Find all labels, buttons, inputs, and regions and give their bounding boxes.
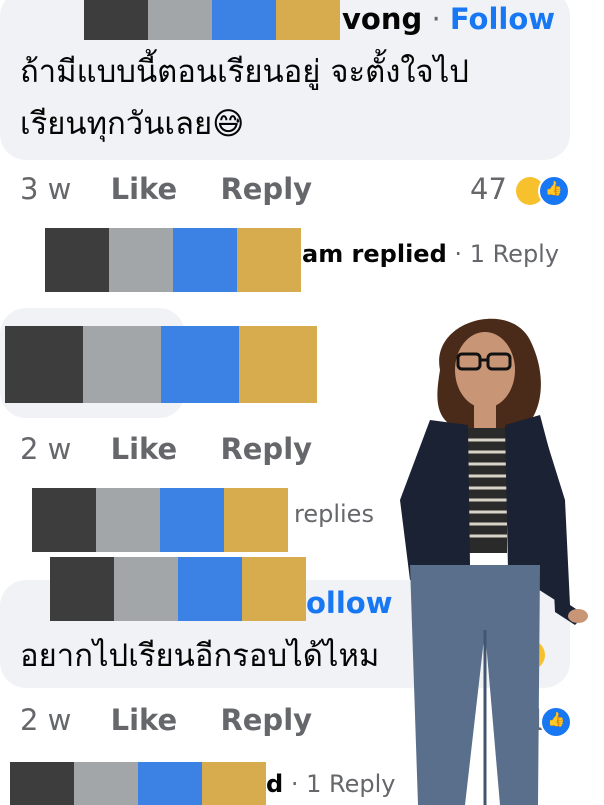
reply-summary-2[interactable]: replies xyxy=(294,500,374,528)
reply-button[interactable]: Reply xyxy=(220,172,312,206)
redacted-avatar-name-4 xyxy=(50,557,306,621)
replier-name: d xyxy=(266,770,284,798)
reaction-summary-1[interactable]: 47 xyxy=(470,172,571,207)
like-button[interactable]: Like xyxy=(111,703,178,737)
comment-3-actions: 2 w Like Reply xyxy=(20,703,312,737)
redacted-avatar-name-1 xyxy=(20,0,340,40)
comment-age: 3 w xyxy=(20,172,72,206)
reply-summary-3[interactable]: d · 1 Reply xyxy=(266,770,395,798)
reply-button[interactable]: Reply xyxy=(220,703,312,737)
comment-1-text-line-1: ถ้ามีแบบนี้ตอนเรียนอยู่ จะตั้งใจไป xyxy=(20,54,469,90)
thumbs-up-icon xyxy=(538,175,571,207)
comment-1-text-line-2-text: เรียนทุกวันเลย xyxy=(20,106,213,142)
reaction-count: 47 xyxy=(470,172,507,206)
comment-2-actions: 2 w Like Reply xyxy=(20,432,312,466)
comment-1-actions: 3 w Like Reply xyxy=(20,172,312,206)
redacted-comment-2 xyxy=(5,326,317,403)
separator: · xyxy=(454,240,463,268)
redacted-avatar-name-3 xyxy=(32,488,288,552)
follow-button[interactable]: ollow xyxy=(306,586,393,620)
replier-name: am replied xyxy=(302,240,447,268)
comment-age: 2 w xyxy=(20,703,72,737)
commenter-name[interactable]: vong xyxy=(342,2,422,36)
like-button[interactable]: Like xyxy=(111,172,178,206)
separator: · xyxy=(290,770,299,798)
redacted-avatar-name-5 xyxy=(10,762,266,805)
comment-1-header: vong · Follow xyxy=(342,2,555,36)
reply-count: 1 Reply xyxy=(469,240,560,268)
person-overlay xyxy=(400,318,588,805)
reply-button[interactable]: Reply xyxy=(220,432,312,466)
redacted-avatar-name-2 xyxy=(45,228,301,292)
separator: · xyxy=(431,2,441,36)
reply-count: 1 Reply xyxy=(306,770,396,798)
comment-3-text: อยากไปเรียนอีกรอบได้ไหม xyxy=(20,638,380,674)
follow-button[interactable]: Follow xyxy=(450,2,555,36)
sweat-smile-emoji-icon: 😅 xyxy=(212,106,245,142)
comment-age: 2 w xyxy=(20,432,72,466)
comment-1-text-line-2: เรียนทุกวันเลย😅 xyxy=(20,98,245,150)
like-button[interactable]: Like xyxy=(111,432,178,466)
reply-summary-1[interactable]: am replied · 1 Reply xyxy=(302,240,559,268)
